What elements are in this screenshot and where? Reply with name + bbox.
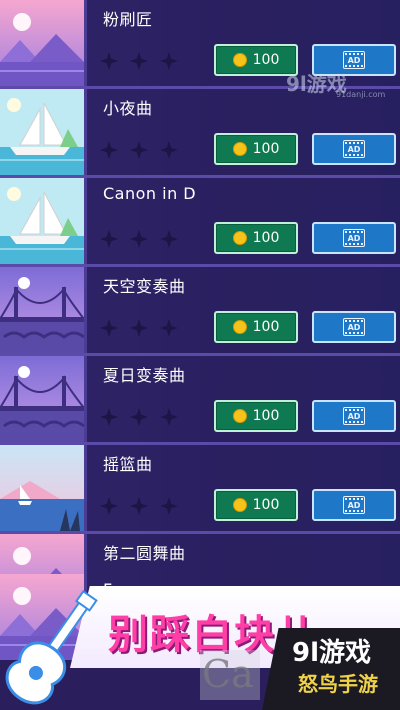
star-icon <box>160 319 178 337</box>
song-row[interactable]: 摇篮曲 100 AD <box>0 445 400 531</box>
coin-price: 100 <box>252 52 280 68</box>
buy-with-coins-button[interactable]: 100 <box>214 311 298 343</box>
star-icon <box>130 230 148 248</box>
row-vertical-divider <box>84 445 87 531</box>
ad-film-icon: AD <box>343 318 365 336</box>
watch-ad-button[interactable]: AD <box>312 400 396 432</box>
star-icon <box>100 230 118 248</box>
watch-ad-button[interactable]: AD <box>312 311 396 343</box>
song-artwork <box>0 445 84 531</box>
coin-price: 100 <box>252 141 280 157</box>
star-icon <box>130 141 148 159</box>
song-row[interactable]: 天空变奏曲 100 AD <box>0 267 400 353</box>
ad-film-icon: AD <box>343 496 365 514</box>
song-artwork <box>0 89 84 175</box>
watch-ad-button[interactable]: AD <box>312 133 396 165</box>
watermark-bottom: Ca <box>202 652 254 696</box>
song-row[interactable]: Canon in D 100 AD <box>0 178 400 264</box>
star-icon <box>100 497 118 515</box>
star-icon <box>160 52 178 70</box>
star-icon <box>130 497 148 515</box>
star-icon <box>160 497 178 515</box>
ad-film-icon: AD <box>343 229 365 247</box>
rating-stars <box>100 141 178 159</box>
coin-icon <box>232 409 247 423</box>
song-row[interactable]: 夏日变奏曲 100 AD <box>0 356 400 442</box>
rating-stars <box>100 497 178 515</box>
buy-with-coins-button[interactable]: 100 <box>214 133 298 165</box>
rating-stars <box>100 230 178 248</box>
star-icon <box>160 408 178 426</box>
logo-sub: 怒鸟手游 <box>298 672 378 696</box>
song-title: 小夜曲 <box>103 99 153 118</box>
star-icon <box>100 408 118 426</box>
star-icon <box>130 52 148 70</box>
row-vertical-divider <box>84 267 87 353</box>
coin-icon <box>232 142 247 156</box>
coin-icon <box>232 231 247 245</box>
star-icon <box>160 230 178 248</box>
song-title: 夏日变奏曲 <box>103 366 186 385</box>
rating-stars <box>100 52 178 70</box>
song-title: 天空变奏曲 <box>103 277 186 296</box>
star-icon <box>100 141 118 159</box>
row-vertical-divider <box>84 89 87 175</box>
song-artwork <box>0 0 84 86</box>
ad-film-icon: AD <box>343 407 365 425</box>
song-artwork <box>0 356 84 442</box>
ad-film-icon: AD <box>343 51 365 69</box>
buy-with-coins-button[interactable]: 100 <box>214 400 298 432</box>
song-title: 第二圆舞曲 <box>103 544 186 563</box>
song-row[interactable]: 小夜曲 100 AD <box>0 89 400 175</box>
row-vertical-divider <box>84 178 87 264</box>
song-title: 摇篮曲 <box>103 455 153 474</box>
coin-icon <box>232 53 247 67</box>
star-icon <box>100 52 118 70</box>
coin-price: 100 <box>252 230 280 246</box>
star-icon <box>100 319 118 337</box>
ad-film-icon: AD <box>343 140 365 158</box>
watch-ad-button[interactable]: AD <box>312 489 396 521</box>
buy-with-coins-button[interactable]: 100 <box>214 489 298 521</box>
guitar-icon <box>5 590 98 705</box>
logo-main: 9l游戏 <box>292 638 372 668</box>
song-title: 粉刷匠 <box>103 10 153 29</box>
row-vertical-divider <box>84 356 87 442</box>
song-artwork <box>0 267 84 353</box>
watch-ad-button[interactable]: AD <box>312 222 396 254</box>
promo-banner-area: 别踩白块儿 Ca 9l游戏 怒鸟手游 <box>0 570 400 710</box>
coin-icon <box>232 498 247 512</box>
coin-icon <box>232 320 247 334</box>
song-artwork <box>0 178 84 264</box>
buy-with-coins-button[interactable]: 100 <box>214 222 298 254</box>
watermark-top-sub: 91danji.com <box>336 90 386 99</box>
star-icon <box>130 408 148 426</box>
rating-stars <box>100 408 178 426</box>
row-vertical-divider <box>84 0 87 86</box>
coin-price: 100 <box>252 319 280 335</box>
rating-stars <box>100 319 178 337</box>
coin-price: 100 <box>252 408 280 424</box>
song-title: Canon in D <box>103 184 197 203</box>
star-icon <box>130 319 148 337</box>
star-icon <box>160 141 178 159</box>
coin-price: 100 <box>252 497 280 513</box>
